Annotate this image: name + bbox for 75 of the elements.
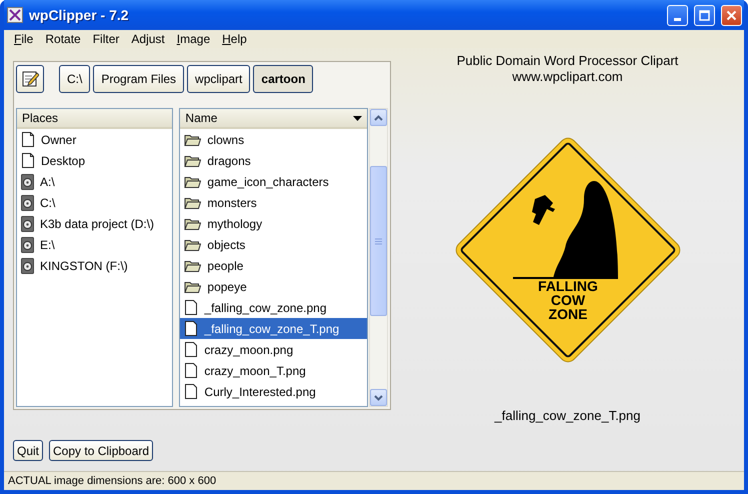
- path-button[interactable]: cartoon: [253, 65, 314, 93]
- directory-entry[interactable]: people: [180, 255, 368, 276]
- place-item[interactable]: C:\: [17, 192, 172, 213]
- directory-entry[interactable]: dragons: [180, 150, 368, 171]
- preview-heading: Public Domain Word Processor Clipart: [456, 53, 678, 69]
- minimize-icon: [674, 18, 681, 20]
- place-item[interactable]: K3b data project (D:\): [17, 213, 172, 234]
- edit-button[interactable]: [16, 65, 44, 93]
- folder-icon: [184, 196, 202, 210]
- quit-button[interactable]: Quit: [13, 440, 44, 461]
- status-bar: ACTUAL image dimensions are: 600 x 600: [4, 471, 744, 490]
- document-icon: [21, 131, 35, 148]
- path-button[interactable]: C:\: [59, 65, 90, 93]
- directory-entry[interactable]: monsters: [180, 192, 368, 213]
- document-icon: [21, 152, 35, 169]
- menu-item[interactable]: File: [8, 32, 40, 46]
- menu-item[interactable]: Help: [216, 32, 253, 46]
- scroll-down-icon[interactable]: [370, 389, 387, 406]
- file-icon: [184, 341, 198, 358]
- path-button[interactable]: wpclipart: [187, 65, 250, 93]
- directory-entry[interactable]: mythology: [180, 213, 368, 234]
- folder-icon: [184, 280, 202, 294]
- image-filename: _falling_cow_zone_T.png: [494, 408, 640, 423]
- folder-icon: [184, 132, 202, 146]
- window-title: wpClipper - 7.2: [29, 7, 130, 23]
- sign-text: FALLING: [538, 279, 598, 293]
- folder-icon: [184, 216, 202, 230]
- scrollbar[interactable]: [369, 108, 388, 407]
- drive-icon: [21, 258, 34, 274]
- directory-entry[interactable]: objects: [180, 234, 368, 255]
- directory-entry[interactable]: _falling_cow_zone.png: [180, 297, 368, 318]
- maximize-button[interactable]: [694, 4, 715, 26]
- folder-icon: [184, 258, 202, 272]
- drive-icon: [21, 174, 34, 190]
- directory-entry[interactable]: crazy_moon_T.png: [180, 360, 368, 381]
- column-header[interactable]: Name: [180, 109, 368, 129]
- folder-icon: [184, 174, 202, 188]
- close-button[interactable]: [721, 4, 742, 26]
- menu-item[interactable]: Rotate: [39, 32, 87, 46]
- place-item[interactable]: E:\: [17, 234, 172, 255]
- file-icon: [184, 362, 198, 379]
- folder-icon: [184, 154, 202, 168]
- drive-icon: [21, 216, 34, 232]
- drive-icon: [21, 236, 34, 252]
- maximize-icon: [699, 10, 710, 20]
- directory-entry[interactable]: popeye: [180, 276, 368, 297]
- place-item[interactable]: A:\: [17, 171, 172, 192]
- directory-entry[interactable]: clowns: [180, 129, 368, 150]
- file-icon: [184, 299, 198, 316]
- folder-icon: [184, 238, 202, 252]
- directory-entry[interactable]: crazy_moon.png: [180, 339, 368, 360]
- website-url: www.wpclipart.com: [512, 69, 623, 85]
- copy-button[interactable]: Copy to Clipboard: [49, 440, 154, 461]
- sign-text: ZONE: [548, 307, 587, 321]
- directory-entry[interactable]: game_icon_characters: [180, 171, 368, 192]
- file-icon: [184, 320, 198, 337]
- scroll-up-icon[interactable]: [370, 109, 387, 126]
- directory-entry[interactable]: _falling_cow_zone_T.png: [180, 318, 368, 339]
- pencil-document-icon: [21, 70, 39, 88]
- column-header[interactable]: Places: [17, 109, 172, 129]
- sign-text: COW: [550, 293, 585, 307]
- scroll-thumb[interactable]: [370, 166, 387, 316]
- menu-item[interactable]: Image: [170, 32, 216, 46]
- directory-entry[interactable]: Curly_Interested.png: [180, 381, 368, 402]
- place-item[interactable]: Desktop: [17, 150, 172, 171]
- close-icon: [726, 10, 737, 20]
- drive-icon: [21, 194, 34, 210]
- path-button[interactable]: Program Files: [93, 65, 184, 93]
- place-item[interactable]: Owner: [17, 129, 172, 150]
- minimize-button[interactable]: [667, 4, 688, 26]
- menu-item[interactable]: Adjust: [125, 32, 171, 46]
- sort-arrow-icon: [353, 116, 362, 120]
- menu-item[interactable]: Filter: [86, 32, 126, 46]
- place-item[interactable]: KINGSTON (F:\): [17, 255, 172, 276]
- file-icon: [184, 383, 198, 400]
